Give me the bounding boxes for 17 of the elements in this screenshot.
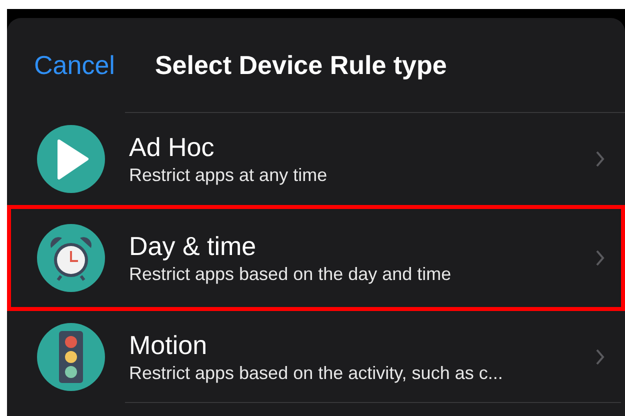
rule-title: Motion xyxy=(129,329,208,361)
play-icon xyxy=(37,125,105,193)
rule-description: Restrict apps based on the day and time xyxy=(129,263,452,286)
rule-description: Restrict apps at any time xyxy=(129,164,328,187)
rule-row[interactable]: Motion Restrict apps based on the activity, such as c... xyxy=(7,311,625,403)
rule-title: Ad Hoc xyxy=(129,131,216,163)
rule-description: Restrict apps based on the activity, such as c... xyxy=(129,362,504,385)
chevron-icon xyxy=(595,249,605,267)
highlighted-rule-row[interactable]: Day & time Restrict apps based on the day and time xyxy=(7,205,625,311)
chevron-icon xyxy=(595,150,605,168)
rule-row[interactable]: Ad Hoc Restrict apps at any time xyxy=(7,113,625,205)
traffic-light-icon xyxy=(37,323,105,391)
alarm-clock-icon xyxy=(37,224,105,292)
cancel-button[interactable]: Cancel xyxy=(34,50,115,80)
sheet-title: Select Device Rule type xyxy=(154,50,447,80)
chevron-icon xyxy=(595,348,605,366)
rule-title: Day & time xyxy=(129,230,258,262)
